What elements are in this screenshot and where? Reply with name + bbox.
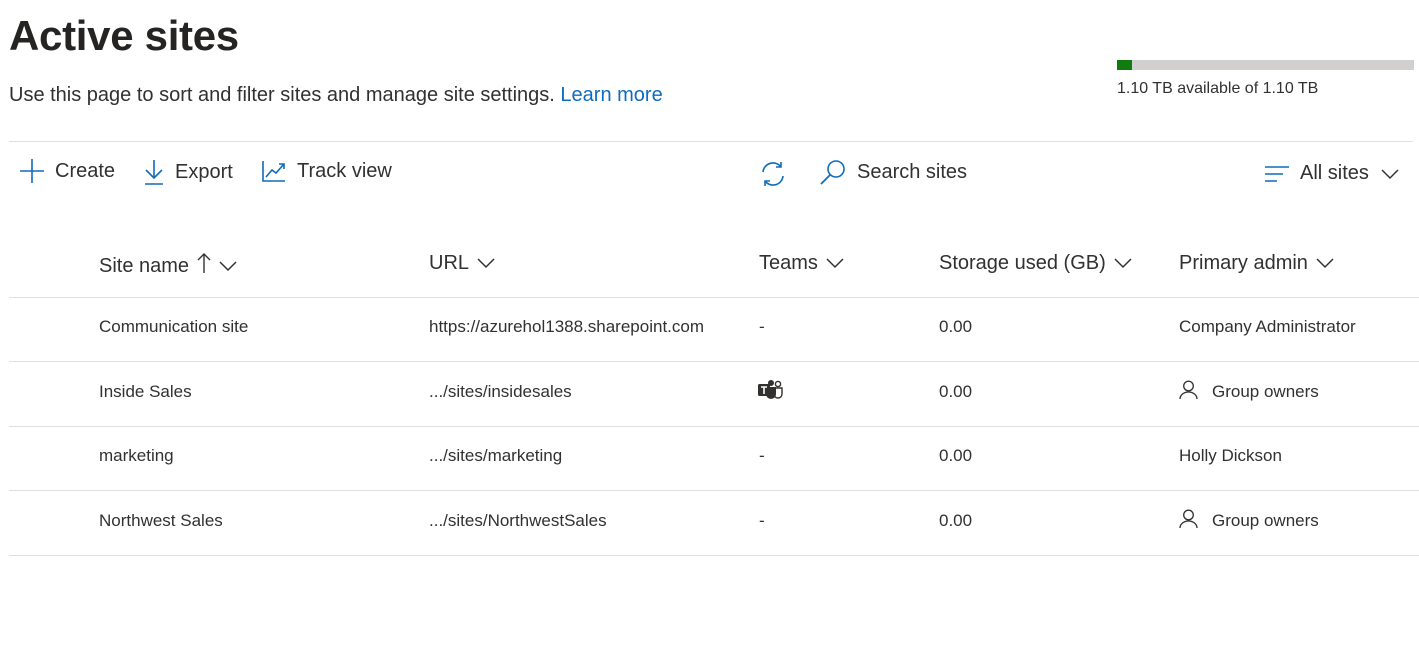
admin-name: Group owners (1212, 382, 1319, 401)
description-text: Use this page to sort and filter sites a… (9, 84, 555, 106)
line-chart-icon (261, 158, 287, 184)
page-title: Active sites (9, 12, 239, 59)
column-header-site-name[interactable]: Site name (99, 252, 237, 280)
storage-cell: 0.00 (939, 382, 973, 401)
column-header-primary-admin[interactable]: Primary admin (1179, 252, 1334, 275)
track-view-label: Track view (297, 159, 392, 182)
chevron-down-icon (818, 252, 844, 275)
column-label: Teams (759, 252, 818, 274)
site-name-cell[interactable]: marketing (99, 444, 174, 468)
refresh-icon (759, 160, 787, 188)
person-icon (1179, 509, 1212, 534)
url-cell: .../sites/NorthwestSales (429, 511, 607, 530)
track-view-button[interactable]: Track view (261, 158, 392, 184)
storage-cell: 0.00 (939, 446, 973, 465)
teams-cell: - (759, 511, 765, 530)
admin-cell: Group owners (1179, 380, 1319, 404)
create-button[interactable]: Create (19, 158, 115, 184)
search-placeholder: Search sites (857, 160, 968, 183)
storage-indicator: 1.10 TB available of 1.10 TB (1117, 60, 1414, 98)
row-divider (9, 297, 1419, 298)
row-divider (9, 555, 1419, 556)
storage-cell: 0.00 (939, 511, 973, 530)
row-divider (9, 490, 1419, 491)
url-cell: .../sites/insidesales (429, 382, 572, 401)
site-name-cell[interactable]: Communication site (99, 315, 248, 339)
chevron-down-icon (1308, 252, 1334, 275)
filter-lines-icon (1264, 163, 1290, 185)
row-divider (9, 361, 1419, 362)
learn-more-link[interactable]: Learn more (560, 84, 662, 106)
url-cell: https://azurehol1388.sharepoint.com (429, 317, 705, 336)
admin-cell: Group owners (1179, 509, 1319, 533)
column-header-teams[interactable]: Teams (759, 252, 844, 275)
admin-name: Group owners (1212, 511, 1319, 530)
view-filter-label: All sites (1300, 162, 1369, 184)
admin-cell: Holly Dickson (1179, 446, 1282, 465)
column-header-url[interactable]: URL (429, 252, 495, 275)
search-box[interactable]: Search sites (819, 158, 967, 186)
search-icon (819, 158, 847, 186)
active-sites-page: Active sites Use this page to sort and f… (0, 0, 1419, 650)
chevron-down-icon (211, 255, 237, 278)
plus-icon (19, 158, 45, 184)
teams-icon (758, 379, 798, 406)
storage-bar-fill (1117, 60, 1132, 70)
site-name-cell[interactable]: Inside Sales (99, 380, 192, 404)
chevron-down-icon (1106, 252, 1132, 275)
site-name-cell[interactable]: Northwest Sales (99, 509, 223, 533)
column-label: Storage used (GB) (939, 252, 1106, 274)
sort-ascending-icon (189, 252, 211, 280)
url-cell: .../sites/marketing (429, 446, 563, 465)
teams-cell: - (759, 317, 765, 336)
storage-bar (1117, 60, 1414, 70)
storage-text: 1.10 TB available of 1.10 TB (1117, 80, 1319, 97)
create-label: Create (55, 159, 116, 182)
column-label: Site name (99, 254, 190, 277)
row-divider (9, 426, 1419, 427)
column-label: URL (429, 252, 470, 274)
header-divider (9, 141, 1413, 142)
download-icon (143, 158, 165, 186)
export-label: Export (175, 160, 233, 183)
view-filter-dropdown[interactable]: All sites (1264, 162, 1399, 185)
chevron-down-icon (469, 252, 495, 275)
teams-cell (758, 379, 798, 406)
refresh-button[interactable] (759, 160, 787, 188)
export-button[interactable]: Export (143, 158, 233, 186)
page-description: Use this page to sort and filter sites a… (9, 82, 663, 108)
person-icon (1179, 380, 1212, 405)
storage-cell: 0.00 (939, 317, 973, 336)
chevron-down-icon (1381, 168, 1399, 180)
admin-cell: Company Administrator (1179, 317, 1356, 336)
column-header-storage-used[interactable]: Storage used (GB) (939, 252, 1132, 275)
teams-cell: - (759, 446, 765, 465)
column-label: Primary admin (1179, 252, 1308, 274)
